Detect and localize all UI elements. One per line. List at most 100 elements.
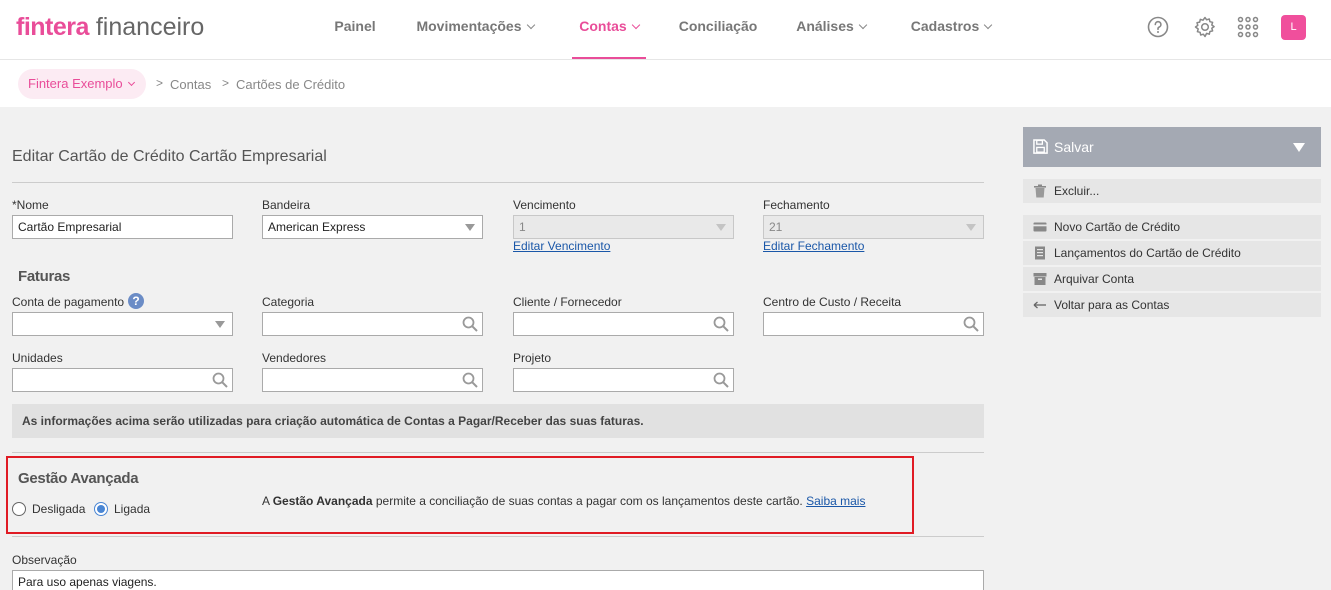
observacao-textarea[interactable]: Para uso apenas viagens. xyxy=(12,570,984,590)
gestao-avancada-description: A Gestão Avançada permite a conciliação … xyxy=(262,494,865,508)
apps-grid-icon[interactable] xyxy=(1236,15,1260,39)
search-icon[interactable] xyxy=(212,372,228,388)
editar-fechamento-link[interactable]: Editar Fechamento xyxy=(763,239,864,253)
nav-analises[interactable]: Análises xyxy=(795,0,868,59)
logo-brand: fintera xyxy=(16,13,89,41)
radio-desligada-label[interactable]: Desligada xyxy=(32,502,85,516)
bandeira-label: Bandeira xyxy=(262,198,311,212)
delete-button[interactable]: Excluir... xyxy=(1023,179,1321,203)
radio-ligada[interactable] xyxy=(94,502,108,516)
saiba-mais-link[interactable]: Saiba mais xyxy=(806,494,865,508)
org-name: Fintera Exemplo xyxy=(28,76,123,91)
save-button[interactable]: Salvar xyxy=(1023,127,1321,167)
arrow-left-icon xyxy=(1033,301,1046,309)
nav-label: Cadastros xyxy=(910,18,980,34)
dropdown-arrow-icon xyxy=(465,224,475,231)
search-icon[interactable] xyxy=(462,316,478,332)
breadcrumb: Fintera Exemplo > Contas > Cartões de Cr… xyxy=(0,60,1331,107)
dropdown-arrow-icon xyxy=(215,321,225,328)
divider xyxy=(12,182,984,183)
centro-custo-label: Centro de Custo / Receita xyxy=(763,295,902,309)
gestao-avancada-heading: Gestão Avançada xyxy=(18,470,139,487)
nav-label: Contas xyxy=(579,18,627,34)
projeto-label: Projeto xyxy=(513,351,552,365)
fechamento-label: Fechamento xyxy=(763,198,830,212)
nav-label: Conciliação xyxy=(678,18,758,34)
delete-label: Excluir... xyxy=(1054,184,1100,198)
nav-label: Painel xyxy=(334,18,376,34)
divider xyxy=(12,536,984,537)
cliente-fornecedor-label: Cliente / Fornecedor xyxy=(513,295,622,309)
editar-vencimento-link[interactable]: Editar Vencimento xyxy=(513,239,610,253)
vencimento-value: 1 xyxy=(519,220,526,234)
unidades-search-input[interactable] xyxy=(12,368,233,392)
chevron-down-icon xyxy=(858,20,868,30)
vendedores-label: Vendedores xyxy=(262,351,327,365)
app-logo[interactable]: fintera financeiro xyxy=(16,13,204,41)
description-text: permite a conciliação de suas contas a p… xyxy=(372,494,807,508)
chevron-down-icon xyxy=(526,20,535,30)
floppy-disk-icon xyxy=(1033,139,1048,154)
conta-pagamento-select[interactable] xyxy=(12,312,233,336)
chevron-down-icon xyxy=(631,20,640,30)
arquivar-conta-button[interactable]: Arquivar Conta xyxy=(1023,267,1321,291)
nav-cadastros[interactable]: Cadastros xyxy=(909,0,993,59)
chevron-down-icon xyxy=(127,78,135,87)
archive-icon xyxy=(1033,273,1047,285)
logo-suffix: financeiro xyxy=(88,13,205,41)
projeto-search-input[interactable] xyxy=(513,368,734,392)
breadcrumb-cartoes: Cartões de Crédito xyxy=(236,77,346,92)
help-icon[interactable] xyxy=(1146,15,1170,39)
novo-cartao-button[interactable]: Novo Cartão de Crédito xyxy=(1023,215,1321,239)
description-bold: Gestão Avançada xyxy=(272,494,373,508)
conta-pagamento-label: Conta de pagamento xyxy=(12,295,125,309)
unidades-label: Unidades xyxy=(12,351,63,365)
nav-painel[interactable]: Painel xyxy=(334,0,376,59)
nav-movimentacoes[interactable]: Movimentações xyxy=(413,0,537,59)
breadcrumb-contas[interactable]: Contas xyxy=(170,77,211,92)
top-navbar: fintera financeiro Painel Movimentações … xyxy=(0,0,1331,60)
cliente-fornecedor-search-input[interactable] xyxy=(513,312,734,336)
trash-icon xyxy=(1034,184,1046,198)
fechamento-value: 21 xyxy=(769,220,783,234)
faturas-heading: Faturas xyxy=(18,268,71,285)
page-title: Editar Cartão de Crédito Cartão Empresar… xyxy=(12,148,327,165)
nome-label: *Nome xyxy=(12,198,49,212)
document-list-icon xyxy=(1035,246,1045,260)
categoria-search-input[interactable] xyxy=(262,312,483,336)
dropdown-triangle-icon[interactable] xyxy=(1293,143,1305,152)
save-label: Salvar xyxy=(1054,139,1094,155)
dropdown-arrow-icon xyxy=(966,224,976,231)
faturas-info-message: As informações acima serão utilizadas pa… xyxy=(12,404,984,438)
credit-card-icon xyxy=(1033,222,1047,232)
radio-ligada-label[interactable]: Ligada xyxy=(114,502,150,516)
observacao-label: Observação xyxy=(12,553,77,567)
lancamentos-button[interactable]: Lançamentos do Cartão de Crédito xyxy=(1023,241,1321,265)
bandeira-select[interactable]: American Express xyxy=(262,215,483,239)
lancamentos-label: Lançamentos do Cartão de Crédito xyxy=(1054,246,1241,260)
chevron-down-icon xyxy=(983,20,993,30)
search-icon[interactable] xyxy=(963,316,979,332)
question-icon[interactable]: ? xyxy=(128,293,144,309)
radio-desligada[interactable] xyxy=(12,502,26,516)
novo-cartao-label: Novo Cartão de Crédito xyxy=(1054,220,1181,234)
voltar-contas-button[interactable]: Voltar para as Contas xyxy=(1023,293,1321,317)
search-icon[interactable] xyxy=(462,372,478,388)
divider xyxy=(12,452,984,453)
vencimento-select: 1 xyxy=(513,215,734,239)
nav-contas[interactable]: Contas xyxy=(572,0,646,59)
gear-icon[interactable] xyxy=(1193,15,1217,39)
centro-custo-search-input[interactable] xyxy=(763,312,984,336)
bandeira-value: American Express xyxy=(268,220,366,234)
search-icon[interactable] xyxy=(713,316,729,332)
arquivar-conta-label: Arquivar Conta xyxy=(1054,272,1135,286)
nome-input[interactable]: Cartão Empresarial xyxy=(12,215,233,239)
vendedores-search-input[interactable] xyxy=(262,368,483,392)
search-icon[interactable] xyxy=(713,372,729,388)
user-avatar[interactable]: L xyxy=(1281,15,1306,40)
dropdown-arrow-icon xyxy=(716,224,726,231)
nav-conciliacao[interactable]: Conciliação xyxy=(678,0,758,59)
categoria-label: Categoria xyxy=(262,295,315,309)
org-selector[interactable]: Fintera Exemplo xyxy=(18,69,146,99)
voltar-contas-label: Voltar para as Contas xyxy=(1054,298,1170,312)
